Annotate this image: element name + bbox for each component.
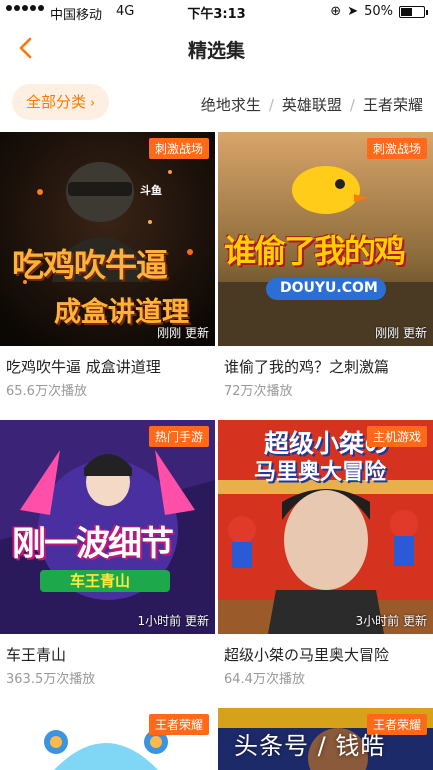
- card-title: 谁偷了我的鸡？之刺激篇: [224, 358, 390, 376]
- all-categories-button[interactable]: 全部分类 ›: [12, 84, 110, 120]
- collection-card[interactable]: 超级小桀の 马里奥大冒险 主机游戏 3小时前 更新 超级小桀の马里奥大冒险 64…: [218, 420, 433, 700]
- thumbnail-logo: 斗鱼: [140, 184, 162, 197]
- thumbnail-site: DOUYU.COM: [280, 280, 378, 296]
- category-item[interactable]: 英雄联盟: [282, 94, 342, 115]
- collection-card[interactable]: 斗鱼 吃鸡吹牛逼 成盒讲道理 刺激战场 刚刚 更新 吃鸡吹牛逼 成盒讲道理 65…: [0, 132, 215, 412]
- nav-bar: 精选集: [0, 24, 433, 72]
- card-thumbnail: 刚一波细节 车王青山 热门手游 1小时前 更新: [0, 420, 215, 634]
- category-tag: 主机游戏: [366, 426, 427, 447]
- update-time: 刚刚 更新: [375, 326, 427, 340]
- rotation-lock-icon: ⊕: [330, 4, 342, 19]
- play-count: 363.5万次播放: [6, 672, 96, 687]
- thumbnail-headline: 谁偷了我的鸡: [224, 232, 406, 270]
- battery-fill: [401, 7, 412, 16]
- collection-card[interactable]: 刚一波细节 车王青山 热门手游 1小时前 更新 车王青山 363.5万次播放: [0, 420, 215, 700]
- category-list: 绝地求生 / 英雄联盟 / 王者荣耀: [201, 94, 423, 115]
- card-title: 车王青山: [6, 646, 67, 664]
- category-tag: 王者荣耀: [148, 714, 209, 735]
- category-divider: /: [268, 95, 274, 114]
- page-title: 精选集: [187, 40, 245, 62]
- status-bar: 中国移动 4G 下午3:13 ⊕ ➤ 50%: [0, 0, 433, 24]
- category-tag: 刺激战场: [366, 138, 427, 159]
- thumbnail-headline: 刚一波细节: [12, 524, 174, 564]
- card-title: 超级小桀の马里奥大冒险: [224, 646, 390, 664]
- card-title: 吃鸡吹牛逼 成盒讲道理: [6, 358, 161, 376]
- play-count: 64.4万次播放: [224, 672, 305, 687]
- thumbnail-subheadline: 马里奥大冒险: [254, 460, 387, 485]
- update-time: 刚刚 更新: [157, 326, 209, 340]
- category-tag: 热门手游: [148, 426, 209, 447]
- battery-icon: [399, 5, 428, 18]
- category-tag: 刺激战场: [148, 138, 209, 159]
- play-count: 72万次播放: [224, 384, 293, 399]
- battery-percent: 50%: [364, 4, 393, 19]
- card-thumbnail: 谁偷了我的鸡 DOUYU.COM 刺激战场 刚刚 更新: [218, 132, 433, 346]
- thumbnail-subheadline: 车王青山: [70, 572, 131, 590]
- category-divider: /: [349, 95, 355, 114]
- card-thumbnail: 王者荣耀: [0, 708, 215, 770]
- play-count: 65.6万次播放: [6, 384, 87, 399]
- category-item[interactable]: 绝地求生: [201, 94, 261, 115]
- location-arrow-icon: ➤: [347, 4, 359, 19]
- collection-card[interactable]: 王者荣耀: [0, 708, 215, 770]
- card-thumbnail: 超级小桀の 马里奥大冒险 主机游戏 3小时前 更新: [218, 420, 433, 634]
- thumbnail-headline: 吃鸡吹牛逼: [12, 246, 168, 284]
- chevron-right-icon: ›: [90, 96, 96, 111]
- category-bar: 全部分类 › 绝地求生 / 英雄联盟 / 王者荣耀: [0, 80, 433, 126]
- category-item[interactable]: 王者荣耀: [363, 94, 423, 115]
- update-time: 1小时前 更新: [137, 614, 209, 628]
- all-categories-label: 全部分类: [26, 93, 87, 111]
- collection-card[interactable]: 谁偷了我的鸡 DOUYU.COM 刺激战场 刚刚 更新 谁偷了我的鸡？之刺激篇 …: [218, 132, 433, 412]
- card-thumbnail: 斗鱼 吃鸡吹牛逼 成盒讲道理 刺激战场 刚刚 更新: [0, 132, 215, 346]
- watermark: 头条号 / 钱皓: [234, 732, 386, 760]
- update-time: 3小时前 更新: [355, 614, 427, 628]
